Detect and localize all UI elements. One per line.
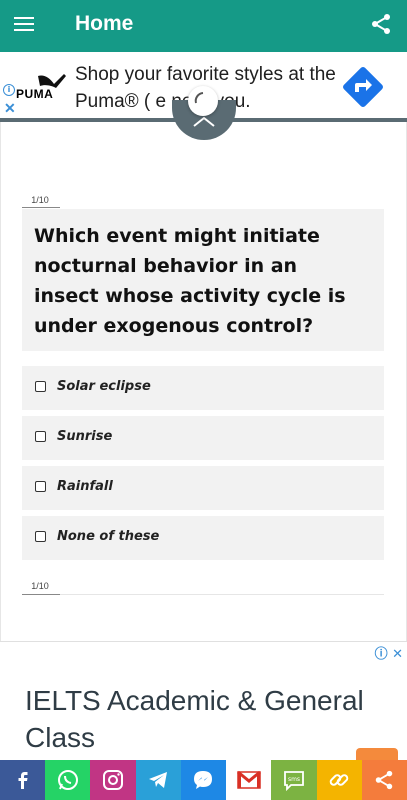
- share-icon[interactable]: [369, 12, 393, 36]
- ad-choices-icon[interactable]: ⓘ ✕: [375, 643, 403, 662]
- sms-share-button[interactable]: sms: [271, 760, 317, 800]
- gmail-share-button[interactable]: [226, 760, 272, 800]
- option-1[interactable]: Solar eclipse: [22, 366, 384, 410]
- checkbox[interactable]: [35, 431, 46, 442]
- telegram-share-button[interactable]: [135, 760, 181, 800]
- ad-headline[interactable]: IELTS Academic & General Class: [25, 682, 395, 756]
- option-label: Sunrise: [57, 429, 113, 444]
- facebook-icon: [18, 772, 28, 789]
- checkbox[interactable]: [35, 481, 46, 492]
- option-label: Rainfall: [57, 479, 113, 494]
- spinner-icon: [194, 92, 204, 104]
- option-4[interactable]: None of these: [22, 516, 384, 560]
- menu-icon[interactable]: [14, 12, 44, 40]
- option-2[interactable]: Sunrise: [22, 416, 384, 460]
- question-counter-bottom: 1/10: [31, 581, 49, 591]
- messenger-share-button[interactable]: [180, 760, 227, 800]
- question-text: Which event might initiate nocturnal beh…: [34, 225, 346, 337]
- sms-icon: sms: [284, 771, 304, 792]
- question-counter: 1/10: [31, 195, 49, 205]
- whatsapp-icon: [57, 770, 78, 790]
- whatsapp-share-button[interactable]: [45, 760, 91, 800]
- instagram-share-button[interactable]: [90, 760, 136, 800]
- ad-info-icon[interactable]: i: [3, 84, 15, 96]
- share-bar: sms: [0, 760, 407, 800]
- telegram-icon: [149, 772, 168, 788]
- link-icon: [329, 774, 349, 786]
- more-share-button[interactable]: [361, 760, 407, 800]
- option-label: Solar eclipse: [57, 379, 151, 394]
- question-card: Which event might initiate nocturnal beh…: [22, 209, 384, 351]
- svg-text:sms: sms: [288, 776, 300, 783]
- counter-divider: [22, 207, 60, 208]
- checkbox[interactable]: [35, 531, 46, 542]
- option-label: None of these: [57, 529, 160, 544]
- loading-indicator: [188, 86, 218, 116]
- ad-brand: PUMA: [16, 87, 54, 101]
- share-icon: [376, 770, 393, 790]
- copy-link-button[interactable]: [316, 760, 362, 800]
- gmail-icon: [236, 770, 261, 789]
- app-bar: Home: [0, 0, 407, 52]
- ad-close-icon[interactable]: ✕: [4, 100, 16, 117]
- page-title: Home: [75, 12, 134, 35]
- counter-divider-active: [22, 594, 60, 595]
- instagram-icon: [103, 770, 124, 790]
- messenger-icon: [194, 771, 213, 789]
- option-3[interactable]: Rainfall: [22, 466, 384, 510]
- checkbox[interactable]: [35, 381, 46, 392]
- directions-icon[interactable]: [340, 64, 386, 110]
- counter-divider: [22, 594, 384, 595]
- facebook-share-button[interactable]: [0, 760, 46, 800]
